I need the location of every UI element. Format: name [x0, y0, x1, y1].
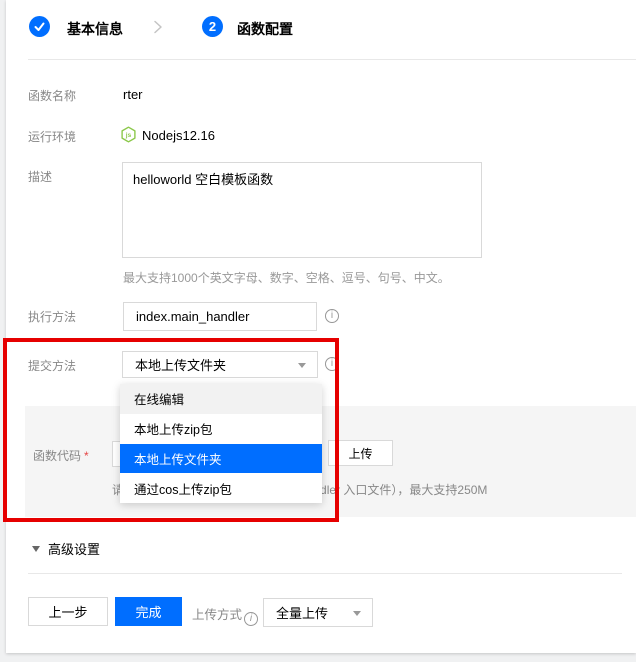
- handler-value: index.main_handler: [136, 309, 249, 324]
- step2-number-badge: 2: [202, 16, 223, 37]
- required-asterisk: *: [84, 449, 89, 463]
- finish-button[interactable]: 完成: [115, 597, 182, 626]
- description-label: 描述: [28, 168, 52, 185]
- function-name-label: 函数名称: [28, 87, 76, 104]
- submit-method-label: 提交方法: [28, 357, 76, 374]
- step1-done-badge: [29, 16, 50, 37]
- runtime-label: 运行环境: [28, 128, 76, 145]
- advanced-settings-toggle[interactable]: 高级设置: [32, 539, 100, 558]
- description-helper-text: 最大支持1000个英文字母、数字、空格、逗号、句号、中文。: [123, 269, 450, 286]
- dropdown-option-cos-zip[interactable]: 通过cos上传zip包: [120, 473, 322, 503]
- chevron-right-icon: [153, 19, 163, 40]
- dropdown-option-local-zip[interactable]: 本地上传zip包: [120, 414, 322, 444]
- chevron-down-icon: [353, 611, 361, 616]
- runtime-value: Nodejs12.16: [142, 128, 215, 143]
- check-icon: [33, 20, 46, 33]
- nodejs-icon: js: [120, 126, 137, 143]
- function-name-value: rter: [123, 87, 143, 102]
- upload-mode-label-text: 上传方式: [192, 608, 242, 622]
- dropdown-option-local-folder[interactable]: 本地上传文件夹: [120, 444, 322, 474]
- stepper-divider: [28, 59, 636, 60]
- description-textarea[interactable]: helloworld 空白模板函数: [122, 162, 482, 258]
- function-code-label: 函数代码*: [33, 447, 89, 464]
- submit-method-select[interactable]: 本地上传文件夹: [122, 351, 318, 378]
- upload-button[interactable]: 上传: [328, 440, 393, 466]
- chevron-down-icon: [298, 363, 306, 368]
- upload-mode-select[interactable]: 全量上传: [263, 598, 373, 627]
- nodejs-icon-text: js: [125, 132, 132, 139]
- step1-label: 基本信息: [67, 19, 123, 39]
- advanced-settings-label: 高级设置: [48, 539, 100, 558]
- upload-mode-label: 上传方式i: [192, 604, 258, 626]
- content-card: 基本信息 2 函数配置 函数名称 rter 运行环境 js Nodejs12.1…: [6, 0, 636, 653]
- submit-method-dropdown: 在线编辑 本地上传zip包 本地上传文件夹 通过cos上传zip包: [120, 384, 322, 503]
- previous-step-button[interactable]: 上一步: [28, 597, 108, 626]
- step2-label: 函数配置: [237, 19, 293, 39]
- handler-label: 执行方法: [28, 308, 76, 325]
- info-icon[interactable]: i: [325, 357, 339, 371]
- dropdown-option-online-edit[interactable]: 在线编辑: [120, 384, 322, 414]
- submit-method-value: 本地上传文件夹: [135, 355, 226, 374]
- handler-input[interactable]: index.main_handler: [123, 302, 317, 331]
- upload-mode-value: 全量上传: [276, 603, 328, 622]
- footer-divider: [28, 573, 622, 574]
- info-icon[interactable]: i: [244, 612, 258, 626]
- function-code-label-text: 函数代码: [33, 449, 81, 463]
- triangle-down-icon: [32, 546, 40, 552]
- step2-number: 2: [209, 19, 216, 34]
- info-icon[interactable]: i: [325, 309, 339, 323]
